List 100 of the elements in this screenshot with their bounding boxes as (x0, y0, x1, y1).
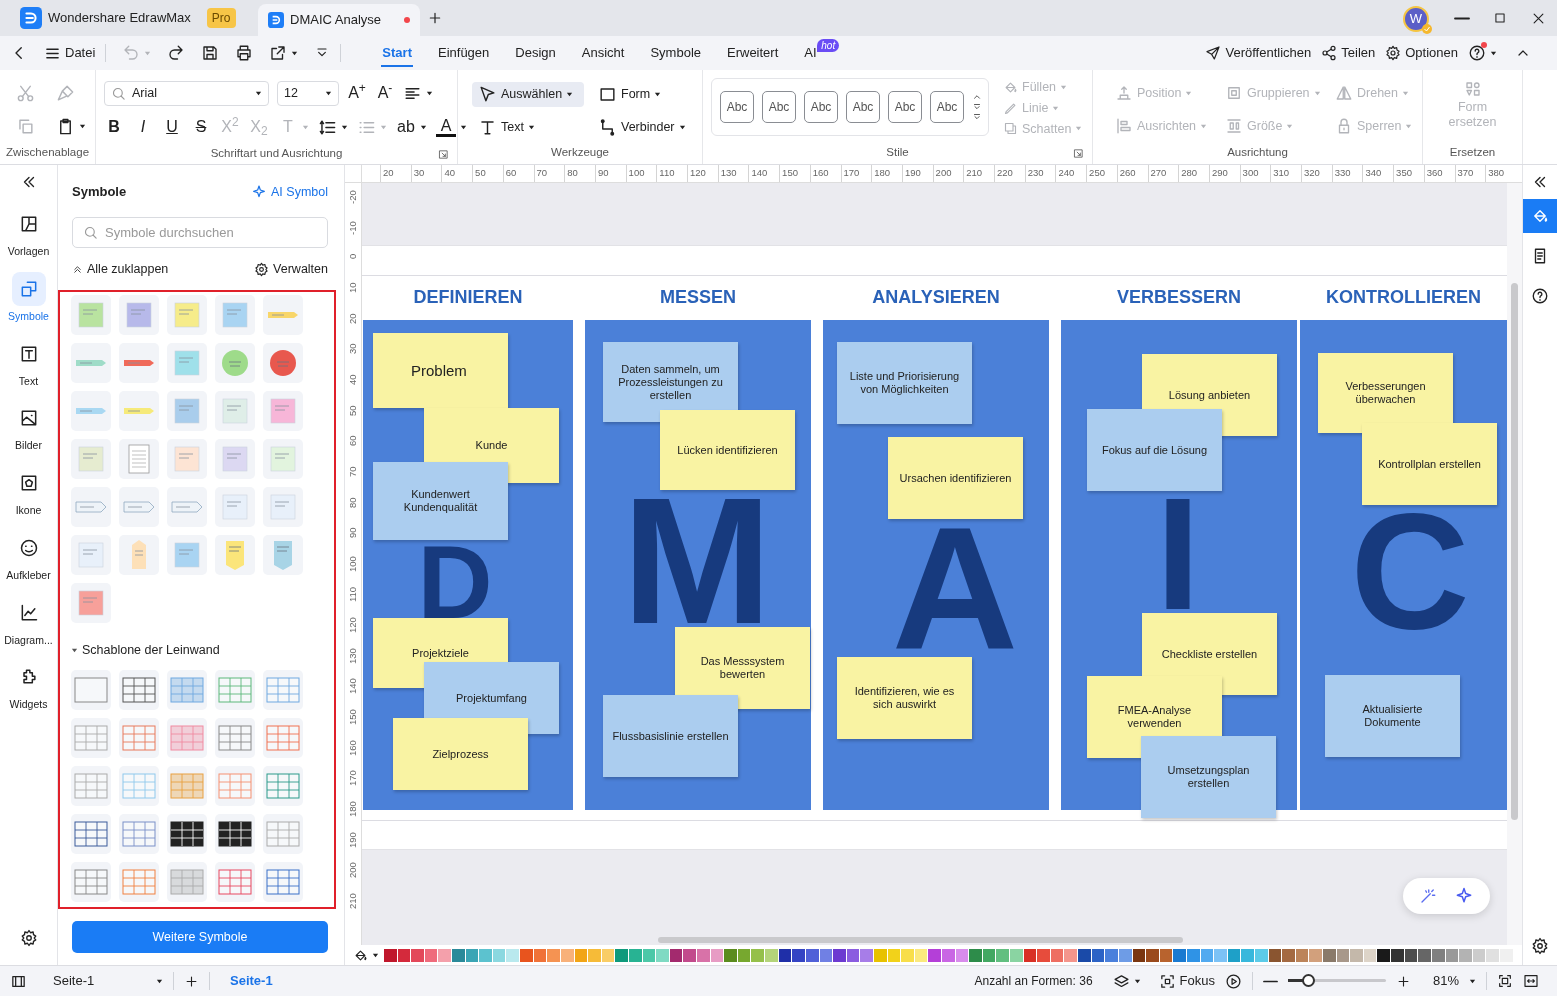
ai-symbol-link[interactable]: AI Symbol (251, 182, 328, 202)
format-button[interactable]: ab (396, 115, 427, 139)
publish-button[interactable]: Veröffentlichen (1205, 43, 1312, 63)
shape-count: Anzahl an Formen: 36 (974, 973, 1093, 990)
file-menu[interactable]: Datei (44, 43, 96, 63)
ruler-label: 80 (567, 168, 578, 178)
ruler-label: 210 (348, 893, 358, 909)
ruler-label: 30 (413, 168, 425, 178)
sticky-note: Flussbasislinie erstellen (603, 695, 738, 777)
ruler-label: 200 (935, 168, 952, 178)
ruler-label: 50 (475, 168, 486, 178)
sticky-note: Problem (373, 333, 508, 408)
style-preset[interactable]: Abc (804, 91, 838, 123)
ruler-label: 60 (505, 168, 517, 178)
page-tab[interactable]: Seite-1 (230, 971, 273, 991)
ruler-label: 140 (348, 678, 358, 695)
ruler-label: 100 (628, 168, 645, 178)
ruler-label: 280 (1181, 168, 1198, 178)
ribbon-tab[interactable]: Einfügen (425, 36, 503, 70)
style-preset[interactable]: Abc (930, 91, 964, 123)
column-heading: MESSEN (659, 286, 737, 308)
ribbon-tab[interactable]: AI hot (791, 36, 851, 70)
font-color-button[interactable]: A (436, 117, 467, 137)
document-tab[interactable]: DMAIC Analyse (258, 4, 420, 36)
ruler-label: 40 (444, 168, 455, 178)
ribbon-tab[interactable]: Design (502, 36, 569, 70)
sticky-note: Fokus auf die Lösung (1087, 409, 1222, 491)
connector-tool[interactable]: Verbinder (592, 115, 692, 140)
strikethrough-button[interactable]: S (191, 115, 211, 139)
ruler-label: 170 (843, 168, 860, 178)
ruler-label: 10 (348, 282, 358, 293)
ruler-label: 140 (751, 168, 768, 178)
sidebar-item[interactable]: Diagram... (2, 589, 55, 655)
sidebar-item[interactable]: Text (2, 330, 55, 396)
font-size-select[interactable]: 12 (277, 80, 339, 106)
ruler-label: 20 (383, 168, 394, 178)
sidebar-item[interactable]: Vorlagen (2, 201, 55, 266)
ruler-label: 120 (348, 617, 358, 634)
sticky-note: Aktualisierte Dokumente (1325, 675, 1460, 757)
page-select[interactable]: Seite-1 (53, 971, 163, 991)
focus-button[interactable]: Fokus (1158, 971, 1215, 991)
ruler-label: 160 (348, 739, 358, 756)
ruler-label: 290 (1211, 168, 1228, 178)
ruler-label: 180 (348, 801, 358, 817)
style-preset[interactable]: Abc (720, 91, 754, 123)
column-heading: DEFINIEREN (412, 286, 524, 308)
sticky-note: Kundenwert Kundenqualität (373, 462, 508, 540)
hot-badge: hot (817, 39, 840, 52)
sidebar-item[interactable]: Bilder (2, 395, 55, 460)
sticky-note: Daten sammeln, um Prozessleistungen zu erstellen (603, 342, 738, 422)
underline-button[interactable]: U (162, 115, 182, 139)
sticky-note: Zielprozess (393, 718, 528, 790)
ruler-label: 310 (1273, 168, 1290, 178)
ruler-label: 110 (348, 587, 358, 603)
font-family-select[interactable]: Arial (104, 80, 269, 106)
sidebar-item[interactable]: Symbole (2, 265, 55, 331)
select-tool[interactable]: Auswählen (472, 82, 584, 107)
ruler-label: 250 (1089, 168, 1105, 178)
ruler-label: 160 (812, 168, 829, 178)
ribbon-tab[interactable]: Symbole (637, 36, 714, 70)
style-preset[interactable]: Abc (888, 91, 922, 123)
shape-tool[interactable]: Form (592, 82, 692, 107)
ribbon-tab[interactable]: Start (369, 36, 425, 70)
bold-button[interactable]: B (104, 115, 124, 139)
ruler-label: 220 (997, 168, 1013, 178)
column-heading: VERBESSERN (1116, 286, 1242, 308)
account-avatar[interactable]: W (1403, 6, 1429, 32)
collapse-all-button[interactable]: Alle zuklappen (72, 259, 169, 279)
ruler-label: 210 (966, 168, 983, 178)
style-preset[interactable]: Abc (846, 91, 880, 123)
ruler-label: 50 (348, 404, 358, 416)
ruler-label: 230 (1027, 168, 1044, 178)
manage-button[interactable]: Verwalten (254, 259, 328, 279)
section-header[interactable]: Schablone der Leinwand (71, 641, 220, 660)
options-button[interactable]: Optionen (1385, 43, 1458, 63)
ruler-label: 190 (348, 831, 358, 848)
zoom-select[interactable]: 81% (1432, 971, 1476, 991)
share-button[interactable]: Teilen (1321, 43, 1376, 63)
format-button[interactable]: A$^{+}$ (347, 81, 367, 105)
sticky-note: Umsetzungsplan erstellen (1141, 736, 1276, 818)
sticky-note: Das Messsystem bewerten (675, 627, 810, 709)
italic-button[interactable]: I (133, 115, 153, 139)
ruler-label: 240 (1058, 168, 1075, 178)
text-tool[interactable]: Text (472, 115, 584, 140)
style-preset[interactable]: Abc (762, 91, 796, 123)
ruler-label: 190 (904, 168, 921, 178)
ruler-label: 330 (1334, 168, 1351, 178)
search-field[interactable]: Symbole durchsuchen (72, 217, 328, 248)
font-size: 12 (284, 84, 299, 102)
sidebar-item[interactable]: Aufkleber (2, 524, 55, 590)
column-heading: KONTROLLIEREN (1325, 286, 1482, 308)
ruler-label: 40 (348, 374, 358, 385)
sidebar-item[interactable]: Ikone (2, 460, 55, 525)
ribbon-tab[interactable]: Erweitert (714, 36, 792, 70)
more-symbols-button[interactable]: Weitere Symbole (72, 921, 328, 953)
ruler-label: -10 (348, 220, 358, 235)
format-button[interactable]: A$^{-}$ (375, 81, 395, 105)
sidebar-item[interactable]: Widgets (2, 654, 55, 719)
ribbon-tab[interactable]: Ansicht (568, 36, 638, 70)
ruler-label: 200 (348, 862, 358, 879)
